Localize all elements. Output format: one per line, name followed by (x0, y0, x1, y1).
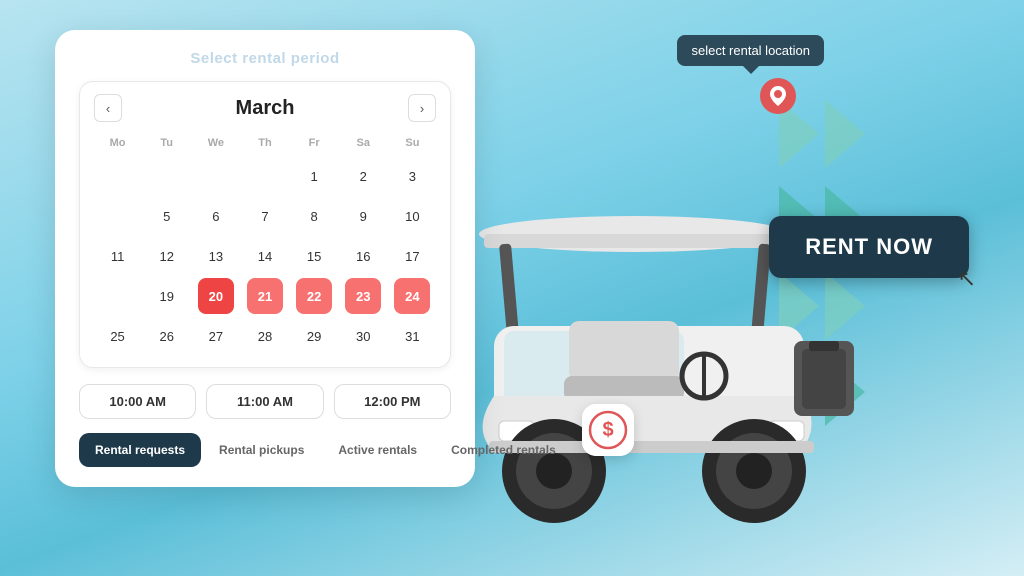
dow-sa: Sa (340, 134, 387, 155)
calendar-day[interactable]: 28 (247, 318, 283, 354)
location-tooltip: select rental location (677, 35, 824, 66)
calendar-day-selected[interactable]: 24 (394, 278, 430, 314)
next-month-button[interactable]: › (408, 94, 436, 122)
time-slot-3[interactable]: 12:00 PM (334, 384, 451, 419)
calendar-day[interactable]: 14 (247, 238, 283, 274)
calendar-day[interactable]: 15 (296, 238, 332, 274)
calendar-day-empty (100, 198, 136, 234)
calendar-day[interactable]: 25 (100, 318, 136, 354)
calendar-day[interactable]: 31 (394, 318, 430, 354)
dow-fr: Fr (291, 134, 338, 155)
time-slot-2[interactable]: 11:00 AM (206, 384, 323, 419)
calendar-day-empty (100, 278, 136, 314)
calendar-day[interactable]: 9 (345, 198, 381, 234)
calendar-day[interactable]: 8 (296, 198, 332, 234)
dow-mo: Mo (94, 134, 141, 155)
calendar-day[interactable]: 27 (198, 318, 234, 354)
location-pin-icon[interactable] (760, 78, 796, 114)
time-slot-1[interactable]: 10:00 AM (79, 384, 196, 419)
rent-now-button[interactable]: RENT NOW (769, 216, 969, 278)
calendar-day-selected[interactable]: 23 (345, 278, 381, 314)
dow-we: We (192, 134, 239, 155)
calendar-day-selected[interactable]: 21 (247, 278, 283, 314)
time-slots: 10:00 AM 11:00 AM 12:00 PM (79, 384, 451, 419)
calendar-day[interactable]: 29 (296, 318, 332, 354)
dollar-badge: $ (582, 404, 634, 456)
dow-tu: Tu (143, 134, 190, 155)
rental-period-card: Select rental period ‹ March › Mo Tu We … (55, 30, 475, 487)
card-title: Select rental period (79, 50, 451, 67)
cursor-icon: ↖ (958, 266, 976, 292)
calendar-day[interactable]: 3 (394, 158, 430, 194)
tab-rental-pickups[interactable]: Rental pickups (203, 433, 320, 467)
calendar-day-empty (149, 158, 185, 194)
tab-active-rentals[interactable]: Active rentals (322, 433, 433, 467)
calendar-day[interactable]: 2 (345, 158, 381, 194)
calendar-day[interactable]: 17 (394, 238, 430, 274)
calendar-day[interactable]: 11 (100, 238, 136, 274)
calendar-day[interactable]: 26 (149, 318, 185, 354)
calendar-month: March (236, 97, 295, 120)
calendar-day[interactable]: 13 (198, 238, 234, 274)
calendar-day[interactable]: 10 (394, 198, 430, 234)
tab-completed-rentals[interactable]: Completed rentals (435, 433, 572, 467)
calendar-day-empty (100, 158, 136, 194)
calendar-day[interactable]: 19 (149, 278, 185, 314)
dow-th: Th (241, 134, 288, 155)
calendar-header: ‹ March › (94, 94, 436, 122)
svg-text:$: $ (602, 419, 613, 441)
calendar-day[interactable]: 7 (247, 198, 283, 234)
prev-month-button[interactable]: ‹ (94, 94, 122, 122)
calendar-day-selected-start[interactable]: 20 (198, 278, 234, 314)
calendar-day[interactable]: 12 (149, 238, 185, 274)
calendar-day[interactable]: 16 (345, 238, 381, 274)
dow-su: Su (389, 134, 436, 155)
tabs-bar: Rental requests Rental pickups Active re… (79, 433, 451, 467)
calendar-day[interactable]: 1 (296, 158, 332, 194)
calendar-day[interactable]: 6 (198, 198, 234, 234)
calendar-day[interactable]: 5 (149, 198, 185, 234)
calendar-grid: Mo Tu We Th Fr Sa Su 1 2 3 5 6 7 8 9 10 … (94, 134, 436, 355)
calendar-day-empty (247, 158, 283, 194)
calendar: ‹ March › Mo Tu We Th Fr Sa Su 1 2 3 5 6 (79, 81, 451, 368)
calendar-day-empty (198, 158, 234, 194)
calendar-day-selected[interactable]: 22 (296, 278, 332, 314)
tab-rental-requests[interactable]: Rental requests (79, 433, 201, 467)
calendar-day[interactable]: 30 (345, 318, 381, 354)
